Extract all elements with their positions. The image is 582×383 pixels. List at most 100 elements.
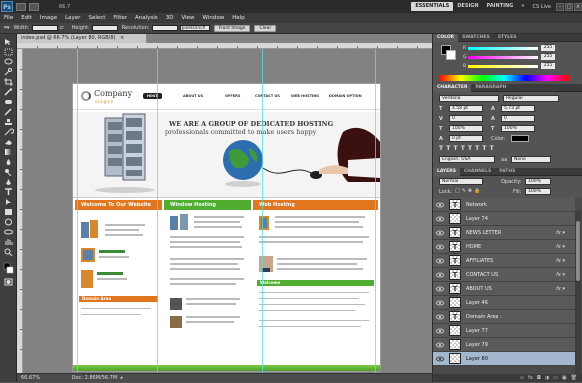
quick-selection-tool-icon[interactable] xyxy=(3,68,14,76)
menu-image[interactable]: Image xyxy=(36,13,61,23)
front-image-button[interactable]: Front Image xyxy=(213,24,251,32)
delete-layer-icon[interactable]: 🗑 xyxy=(571,375,577,381)
visibility-eye-icon[interactable] xyxy=(436,299,444,307)
workspace-painting[interactable]: PAINTING xyxy=(483,2,518,11)
menu-file[interactable]: File xyxy=(0,13,17,23)
menu-view[interactable]: View xyxy=(177,13,198,23)
type-tool-icon[interactable] xyxy=(3,188,14,196)
visibility-eye-icon[interactable] xyxy=(436,355,444,363)
blue-slider[interactable]: B 255 xyxy=(463,63,555,69)
vertical-scale-input[interactable]: 100% xyxy=(449,125,483,132)
layers-scrollbar[interactable] xyxy=(575,211,581,374)
guide-line[interactable] xyxy=(77,49,78,373)
menu-filter[interactable]: Filter xyxy=(109,13,131,23)
status-menu-arrow-icon[interactable]: ▸ xyxy=(121,375,124,381)
layer-row[interactable]: T CONTACT US fx ▾ xyxy=(433,268,575,282)
mini-bridge-button[interactable] xyxy=(29,2,39,11)
layer-row[interactable]: Layer 80 xyxy=(433,352,575,366)
menu-help[interactable]: Help xyxy=(228,13,249,23)
maximize-icon[interactable]: □ xyxy=(565,2,573,11)
minimize-icon[interactable]: – xyxy=(556,2,564,11)
color-swatches-icon[interactable] xyxy=(3,262,14,274)
visibility-eye-icon[interactable] xyxy=(436,257,444,265)
height-input[interactable] xyxy=(91,25,118,31)
lasso-tool-icon[interactable] xyxy=(3,58,14,66)
3d-rotate-tool-icon[interactable] xyxy=(3,218,14,226)
layer-effects-icon[interactable]: fx ▾ xyxy=(556,244,565,250)
menu-3d[interactable]: 3D xyxy=(162,13,178,23)
menu-select[interactable]: Select xyxy=(84,13,109,23)
tracking-input[interactable]: 0 xyxy=(501,115,535,122)
layer-row[interactable]: Layer 74 xyxy=(433,212,575,226)
marquee-tool-icon[interactable] xyxy=(3,48,14,56)
menu-edit[interactable]: Edit xyxy=(17,13,36,23)
layer-name[interactable]: HOME xyxy=(466,244,481,250)
menu-window[interactable]: Window xyxy=(199,13,229,23)
layer-name[interactable]: Layer 74 xyxy=(466,216,488,222)
text-color-swatch[interactable] xyxy=(511,135,529,142)
canvas-area[interactable]: index.psd @ 66.7% (Layer 80, RGB/8) × Co… xyxy=(17,34,432,382)
quick-mask-icon[interactable] xyxy=(3,278,14,286)
red-slider[interactable]: R 255 xyxy=(463,45,555,51)
layer-name[interactable]: Layer 46 xyxy=(466,300,488,306)
layer-name[interactable]: Layer 79 xyxy=(466,342,488,348)
hand-tool-icon[interactable] xyxy=(3,238,14,246)
clear-button[interactable]: Clear xyxy=(254,24,277,32)
crop-tool-icon[interactable]: ⌗▾ xyxy=(4,25,9,31)
visibility-eye-icon[interactable] xyxy=(436,285,444,293)
visibility-eye-icon[interactable] xyxy=(436,243,444,251)
menu-layer[interactable]: Layer xyxy=(61,13,84,23)
vertical-ruler[interactable] xyxy=(17,49,23,373)
visibility-eye-icon[interactable] xyxy=(436,229,444,237)
layer-effects-icon[interactable]: fx ▾ xyxy=(556,258,565,264)
crop-tool-icon[interactable] xyxy=(3,78,14,86)
guide-line[interactable] xyxy=(262,49,263,373)
gradient-tool-icon[interactable] xyxy=(3,148,14,156)
workspace-essentials[interactable]: ESSENTIALS xyxy=(411,2,454,11)
eraser-tool-icon[interactable] xyxy=(3,138,14,146)
zoom-level[interactable]: 66.7 xyxy=(59,4,70,10)
kerning-input[interactable]: 0 xyxy=(449,115,483,122)
fill-input[interactable]: 100% xyxy=(525,188,551,195)
tab-paragraph[interactable]: PARAGRAPH xyxy=(471,84,510,92)
layer-name[interactable]: ABOUT US xyxy=(466,286,492,292)
layer-row[interactable]: T AFFILIATES fx ▾ xyxy=(433,254,575,268)
document-tab[interactable]: index.psd @ 66.7% (Layer 80, RGB/8) × xyxy=(17,34,147,43)
3d-orbit-tool-icon[interactable] xyxy=(3,228,14,236)
layer-row[interactable]: T HOME fx ▾ xyxy=(433,240,575,254)
layer-name[interactable]: Domain Area : xyxy=(466,314,502,320)
tab-color[interactable]: COLOR xyxy=(433,33,459,42)
layer-name[interactable]: CONTACT US xyxy=(466,272,498,278)
font-family-select[interactable]: Verdana xyxy=(439,95,499,102)
swap-dimensions-icon[interactable]: ⇄ xyxy=(60,25,68,31)
close-document-icon[interactable]: × xyxy=(120,35,124,41)
new-group-icon[interactable]: ▭ xyxy=(553,375,558,381)
move-tool-icon[interactable] xyxy=(3,38,14,46)
shape-tool-icon[interactable] xyxy=(3,208,14,216)
close-icon[interactable]: × xyxy=(574,2,582,11)
layer-name[interactable]: NEWS LETTER xyxy=(466,230,501,236)
layer-row[interactable]: T ABOUT US fx ▾ xyxy=(433,282,575,296)
layer-name[interactable]: Layer 80 xyxy=(466,356,488,362)
language-select[interactable]: English: USA xyxy=(439,156,495,163)
anti-alias-select[interactable]: None xyxy=(511,156,551,163)
bridge-button[interactable] xyxy=(16,2,26,11)
guide-line[interactable] xyxy=(157,49,158,373)
add-mask-icon[interactable]: ◘ xyxy=(537,375,541,381)
lock-icons[interactable]: □✎✥🔒 xyxy=(455,188,482,194)
visibility-eye-icon[interactable] xyxy=(436,271,444,279)
opacity-input[interactable]: 100% xyxy=(525,178,551,185)
zoom-tool-icon[interactable] xyxy=(3,248,14,257)
blue-value[interactable]: 255 xyxy=(541,63,555,69)
tab-swatches[interactable]: SWATCHES xyxy=(458,34,494,42)
healing-brush-tool-icon[interactable] xyxy=(3,98,14,106)
adjustment-layer-icon[interactable]: ◑ xyxy=(545,375,549,381)
layer-row[interactable]: Layer 46 xyxy=(433,296,575,310)
layer-row[interactable]: T NEWS LETTER fx ▾ xyxy=(433,226,575,240)
eyedropper-tool-icon[interactable] xyxy=(3,88,14,96)
pen-tool-icon[interactable] xyxy=(3,178,14,186)
history-brush-tool-icon[interactable] xyxy=(3,128,15,136)
clone-stamp-tool-icon[interactable] xyxy=(3,118,14,126)
width-input[interactable] xyxy=(31,25,58,31)
tab-channels[interactable]: CHANNELS xyxy=(460,168,495,176)
